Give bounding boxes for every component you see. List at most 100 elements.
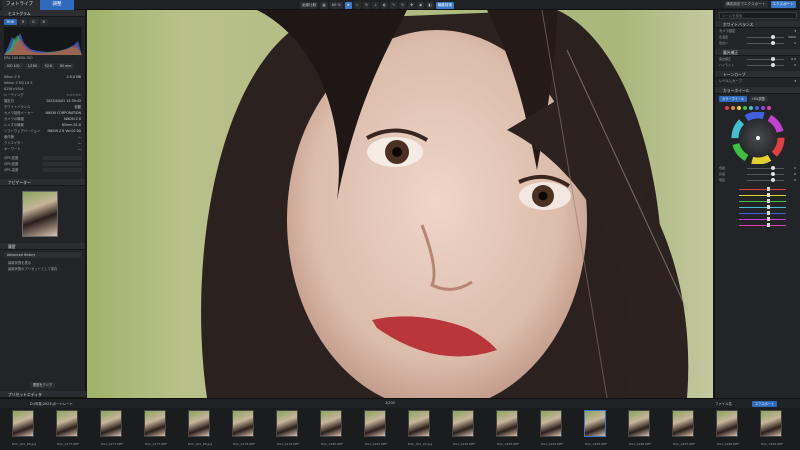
- clear-history-button[interactable]: 履歴をクリア: [30, 382, 56, 388]
- exif-iso: ISO 100: [4, 63, 23, 69]
- swatch-cyan[interactable]: [749, 106, 753, 110]
- redeye-icon[interactable]: ◉: [417, 1, 425, 9]
- swatch-orange[interactable]: [731, 106, 735, 110]
- hist-tag-r[interactable]: R: [18, 19, 28, 25]
- image-count: 1/200: [385, 401, 395, 405]
- adjust-slider[interactable]: 露出補正 0.0: [719, 57, 796, 62]
- channel-slider[interactable]: [719, 199, 796, 204]
- folder-path[interactable]: D:\写真\2023\ポートレート: [30, 401, 73, 406]
- thumb-image: [320, 410, 342, 437]
- filmstrip-thumb[interactable]: DSC_0177.NEF: [134, 410, 178, 448]
- channel-slider[interactable]: [719, 217, 796, 222]
- swatch-green[interactable]: [743, 106, 747, 110]
- thumb-image: [408, 410, 430, 437]
- brush-icon[interactable]: ✎: [390, 1, 398, 9]
- before-after-icon[interactable]: ◧: [426, 1, 434, 9]
- filmstrip-thumb[interactable]: DSC_0178.NEF: [222, 410, 266, 448]
- filmstrip-thumb[interactable]: DSC_0187.NEF: [662, 410, 706, 448]
- swatch-red[interactable]: [725, 106, 729, 110]
- thumb-image: [496, 410, 518, 437]
- thumb-filename: DSC_0179.NEF: [276, 442, 300, 446]
- sort-select[interactable]: ファイル名: [715, 401, 732, 406]
- channel-slider[interactable]: [719, 223, 796, 228]
- left-panel: ヒストグラム RGB R G B DRL 100 HDL ISO ISO 100…: [0, 10, 86, 398]
- cursor-icon[interactable]: ➤: [344, 1, 352, 9]
- filmstrip-export-button[interactable]: エクスポート: [752, 401, 778, 407]
- hist-tag-b[interactable]: B: [39, 19, 48, 25]
- filmstrip-thumb[interactable]: DSC_0179.NEF: [266, 410, 310, 448]
- filmstrip-thumb[interactable]: DSC_0189.NEF: [750, 410, 794, 448]
- thumb-image: [12, 410, 34, 437]
- filmstrip-thumb[interactable]: DSC_0186.NEF: [618, 410, 662, 448]
- hsl-tab[interactable]: HSL調整: [749, 96, 768, 102]
- filmstrip-thumb[interactable]: DSC_0177.NEF: [46, 410, 90, 448]
- adjust-slider[interactable]: 色合い 0: [719, 41, 796, 46]
- filmstrip-thumb[interactable]: DSC_0185.NEF: [574, 410, 618, 448]
- filmstrip-thumb[interactable]: DSC_0188.NEF: [706, 410, 750, 448]
- swatch-yellow[interactable]: [737, 106, 741, 110]
- filmstrip-thumb[interactable]: DSC_001_88.jpg: [2, 410, 46, 448]
- channel-slider[interactable]: [719, 187, 796, 192]
- thumb-filename: DSC_0188.NEF: [716, 442, 740, 446]
- navigator-thumbnail[interactable]: [22, 191, 58, 237]
- rotate-icon[interactable]: ↻: [362, 1, 370, 9]
- adjust-slider[interactable]: 明度 0: [719, 178, 796, 183]
- filmstrip-thumb[interactable]: DSC_001_90.jpg: [398, 410, 442, 448]
- channel-slider[interactable]: [719, 205, 796, 210]
- thumb-image: [716, 410, 738, 437]
- section-exposure[interactable]: 露光補正: [715, 49, 800, 56]
- straighten-icon[interactable]: ⟂: [371, 1, 379, 9]
- section-tone-curve[interactable]: トーンカーブ: [715, 71, 800, 78]
- swatch-magenta[interactable]: [767, 106, 771, 110]
- filmstrip-thumb[interactable]: DSC_0184.NEF: [530, 410, 574, 448]
- swatch-purple[interactable]: [761, 106, 765, 110]
- swatch-blue[interactable]: [755, 106, 759, 110]
- histogram-header[interactable]: ヒストグラム: [0, 10, 85, 17]
- filmstrip-thumb[interactable]: DSC_0180.NEF: [310, 410, 354, 448]
- section-color-wheel[interactable]: カラーホイール: [715, 87, 800, 94]
- thumb-image: [584, 410, 606, 437]
- grid-icon[interactable]: ▦: [320, 1, 328, 9]
- hist-tag-g[interactable]: G: [29, 19, 38, 25]
- hist-tag-rgb[interactable]: RGB: [4, 19, 17, 25]
- zoom-select[interactable]: 60 %: [329, 1, 343, 9]
- adjust-slider[interactable]: 色相 0: [719, 166, 796, 171]
- tab-customize[interactable]: 調整: [40, 0, 74, 10]
- mask-icon[interactable]: ◐: [380, 1, 389, 9]
- filmstrip-thumb[interactable]: DSC_0181.NEF: [354, 410, 398, 448]
- adjust-slider[interactable]: 彩度 0: [719, 172, 796, 177]
- section-white-balance[interactable]: ホワイトバランス: [715, 21, 800, 28]
- crop-icon[interactable]: ⌗: [353, 1, 361, 9]
- tone-curve-mode[interactable]: レベルとカーブ ▾: [715, 78, 800, 84]
- tool-search-input[interactable]: [719, 12, 797, 19]
- navigator-header[interactable]: ナビゲーター: [0, 179, 85, 186]
- filmstrip-thumb[interactable]: DSC_001_88.jpg: [178, 410, 222, 448]
- thumb-image: [100, 410, 122, 437]
- filmstrip-thumb[interactable]: DSC_0177.NEF: [90, 410, 134, 448]
- preset-editor-header[interactable]: プリセットエディタ: [0, 391, 86, 398]
- view-mode-button[interactable]: 編集前後: [435, 1, 455, 9]
- tab-library[interactable]: フォトライブラリ: [2, 0, 40, 17]
- history-item[interactable]: 最新状態のプリセットとして保存: [4, 266, 81, 272]
- histogram-graph: [4, 27, 82, 55]
- gps-list: GPS 緯度 GPS 経度 GPS 高度: [0, 155, 85, 173]
- filmstrip-thumb[interactable]: DSC_0183.NEF: [486, 410, 530, 448]
- advanced-history-toggle[interactable]: Advanced History: [4, 252, 81, 258]
- channel-slider[interactable]: [719, 193, 796, 198]
- adjust-slider[interactable]: ハイライト 0: [719, 63, 796, 68]
- color-wheel-tab[interactable]: カラーホイール: [719, 96, 748, 102]
- filmstrip-thumb[interactable]: DSC_0182.NEF: [442, 410, 486, 448]
- export-button[interactable]: エクスポート: [770, 1, 796, 8]
- repair-icon[interactable]: ✚: [408, 1, 416, 9]
- thumb-filename: DSC_0180.NEF: [320, 442, 344, 446]
- exif-strip: ISO 100 1/160 f/2.8 85 mm: [0, 61, 85, 71]
- history-header[interactable]: 履歴: [0, 243, 85, 250]
- adjust-slider[interactable]: 色温度 5000: [719, 35, 796, 40]
- main-photo-viewer[interactable]: [87, 10, 713, 398]
- compare-button[interactable]: 画像比較: [300, 1, 319, 9]
- color-wheel[interactable]: [715, 112, 800, 164]
- channel-slider[interactable]: [719, 211, 796, 216]
- export-settings-button[interactable]: 構成設定でエクスポート: [724, 1, 768, 8]
- wb-preset[interactable]: カメラ設定 ▾: [715, 28, 800, 34]
- eyedropper-icon[interactable]: ⊙: [399, 1, 407, 9]
